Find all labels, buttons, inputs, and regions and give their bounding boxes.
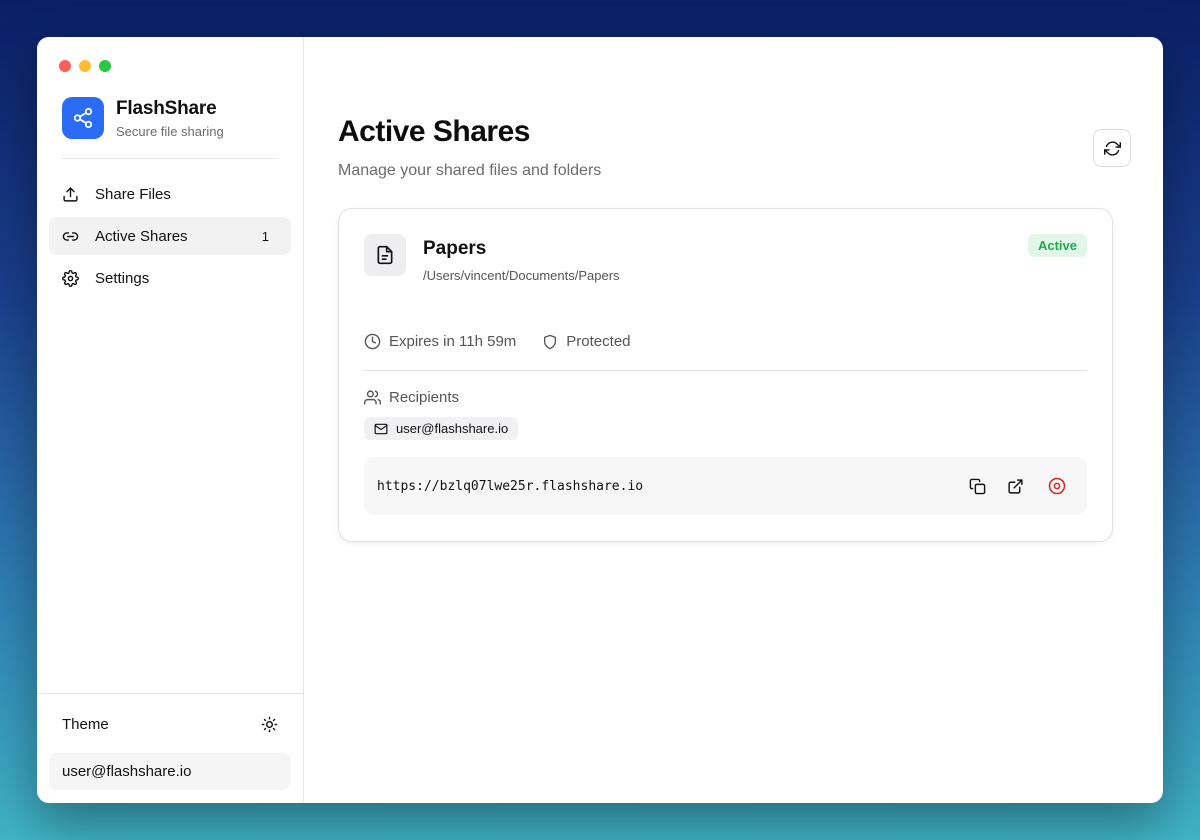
shield-icon [542, 334, 566, 350]
sidebar-item-label: Active Shares [95, 227, 188, 245]
sidebar-item-active-shares[interactable]: Active Shares 1 [49, 217, 291, 255]
mail-icon [374, 422, 396, 436]
clock-icon [364, 333, 389, 350]
protection-text: Protected [566, 333, 631, 350]
recipients-label: Recipients [389, 389, 460, 406]
sun-icon[interactable] [261, 716, 278, 733]
share-link-box: https://bzlq07lwe25r.flashshare.io [364, 457, 1087, 515]
sidebar-item-label: Share Files [95, 185, 171, 203]
window-controls [59, 60, 111, 72]
zoom-window-button[interactable] [99, 60, 111, 72]
theme-row: Theme [62, 713, 278, 735]
link-icon [61, 227, 79, 245]
sidebar-item-settings[interactable]: Settings [49, 259, 291, 297]
file-icon [364, 234, 406, 276]
brand: FlashShare Secure file sharing [62, 97, 224, 139]
close-window-button[interactable] [59, 60, 71, 72]
share-card: Papers /Users/vincent/Documents/Papers A… [338, 208, 1113, 542]
sidebar-divider [61, 158, 277, 159]
external-link-icon [1007, 478, 1024, 495]
page-subtitle: Manage your shared files and folders [338, 162, 602, 179]
app-name: FlashShare [116, 97, 217, 119]
user-account[interactable]: user@flashshare.io [49, 753, 291, 790]
share-name: Papers [423, 238, 487, 259]
stop-sharing-button[interactable] [1043, 472, 1071, 500]
refresh-icon [1103, 140, 1121, 157]
sidebar-bottom-divider [37, 693, 303, 694]
active-shares-count-badge: 1 [261, 228, 269, 244]
sidebar-nav: Share Files Active Shares 1 Settings [49, 175, 291, 301]
expiry-text: Expires in 11h 59m [389, 333, 517, 350]
share-logo-icon [62, 97, 104, 139]
copy-link-button[interactable] [963, 472, 991, 500]
minimize-window-button[interactable] [79, 60, 91, 72]
share-path: /Users/vincent/Documents/Papers [423, 268, 620, 283]
app-tagline: Secure file sharing [116, 123, 224, 139]
open-link-button[interactable] [1001, 472, 1029, 500]
protection-info: Protected [542, 333, 631, 350]
theme-label: Theme [62, 715, 109, 733]
refresh-button[interactable] [1093, 129, 1131, 167]
card-divider [364, 370, 1087, 371]
share-url[interactable]: https://bzlq07lwe25r.flashshare.io [377, 479, 953, 494]
share-meta: Expires in 11h 59m Protected [364, 333, 657, 350]
copy-icon [969, 478, 986, 495]
sidebar-item-label: Settings [95, 269, 150, 287]
sidebar: FlashShare Secure file sharing Share Fil… [37, 37, 304, 803]
recipient-chip: user@flashshare.io [364, 417, 519, 440]
stop-circle-icon [1048, 477, 1066, 495]
page-title: Active Shares [338, 115, 530, 148]
gear-icon [61, 269, 79, 287]
recipient-email: user@flashshare.io [396, 421, 509, 436]
recipients-header: Recipients [364, 389, 459, 406]
users-icon [364, 389, 389, 406]
upload-icon [61, 185, 79, 203]
main-content: Active Shares Manage your shared files a… [304, 37, 1163, 803]
expiry-info: Expires in 11h 59m [364, 333, 516, 350]
status-badge: Active [1027, 234, 1087, 257]
sidebar-item-share-files[interactable]: Share Files [49, 175, 291, 213]
app-window: FlashShare Secure file sharing Share Fil… [37, 37, 1163, 803]
